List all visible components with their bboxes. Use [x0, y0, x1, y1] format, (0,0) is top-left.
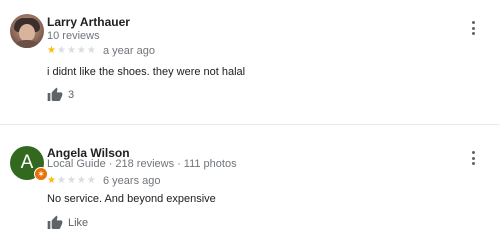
review-text: i didnt like the shoes. they were not ha…	[47, 66, 246, 78]
review-count: 218 reviews	[115, 158, 175, 170]
review-text: No service. And beyond expensive	[47, 193, 216, 205]
like-button[interactable]: Like	[47, 214, 88, 232]
more-vert-icon[interactable]	[468, 150, 478, 166]
reviewer-name[interactable]: Larry Arthauer	[47, 15, 130, 29]
star-icon: ★	[86, 175, 97, 186]
star-icon: ★	[56, 175, 67, 186]
like-button[interactable]: 3	[47, 86, 74, 104]
star-icon: ★	[76, 175, 87, 186]
thumbs-up-icon	[47, 215, 63, 231]
review-time: 6 years ago	[103, 175, 161, 187]
review-divider	[0, 124, 500, 125]
local-guide-badge-icon: ✶	[34, 167, 48, 181]
reviewer-avatar[interactable]: A ✶	[10, 146, 48, 181]
more-vert-icon[interactable]	[468, 20, 478, 36]
like-label: Like	[68, 217, 89, 229]
thumbs-up-icon	[47, 87, 63, 103]
review-time: a year ago	[103, 45, 155, 57]
photo-count: 111 photos	[183, 158, 237, 170]
star-rating: ★★★★★	[47, 46, 97, 56]
star-icon: ★	[66, 45, 77, 56]
like-count: 3	[68, 89, 75, 101]
reviewer-meta: 10 reviews	[47, 30, 100, 42]
star-icon: ★	[47, 175, 57, 186]
star-icon: ★	[56, 45, 67, 56]
local-guide-label: Local Guide	[47, 158, 106, 170]
star-icon: ★	[76, 45, 87, 56]
star-icon: ★	[86, 45, 97, 56]
star-icon: ★	[47, 45, 57, 56]
star-icon: ★	[66, 175, 77, 186]
review-card: Larry Arthauer 10 reviews ★★★★★ a year a…	[0, 0, 500, 124]
reviewer-meta: Local Guide · 218 reviews · 111 photos	[47, 158, 237, 170]
avatar-letter: A	[20, 152, 34, 173]
reviewer-avatar[interactable]	[10, 14, 44, 48]
star-rating: ★★★★★	[47, 176, 97, 186]
